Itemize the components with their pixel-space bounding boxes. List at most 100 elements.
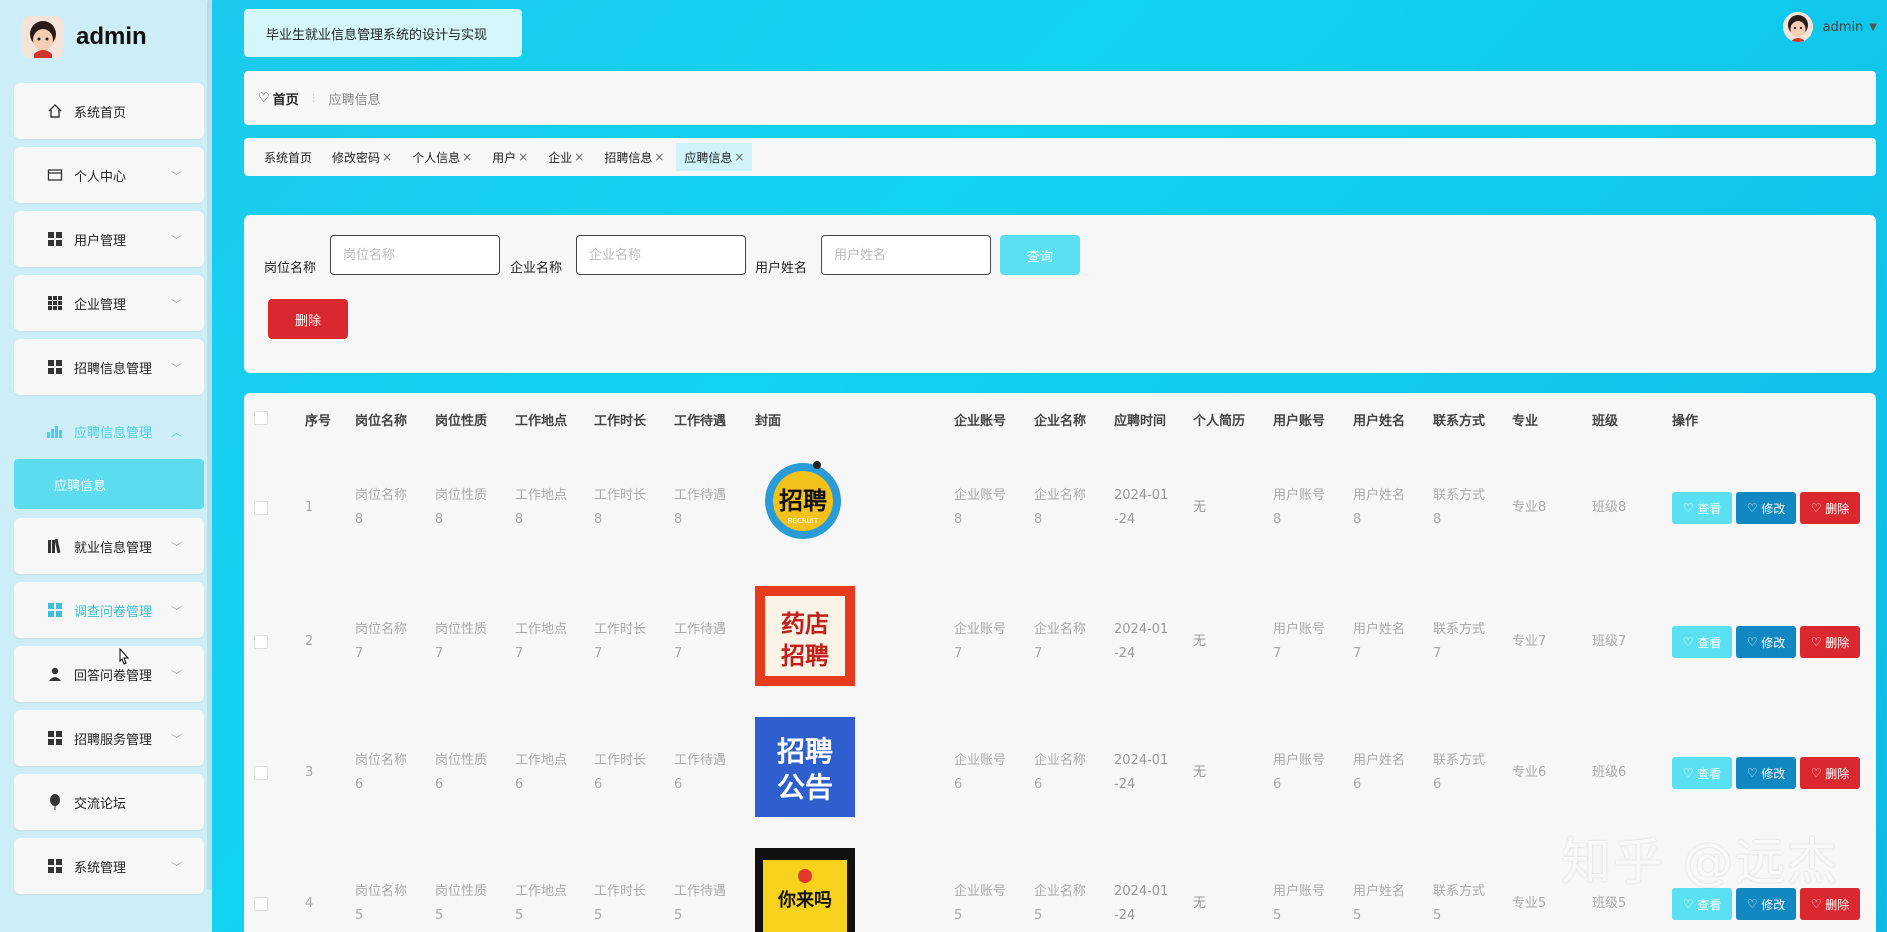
cell-index: 3	[305, 765, 314, 780]
tag-company[interactable]: 企业 ×	[540, 143, 592, 171]
sidebar-item-employment-mgmt[interactable]: 就业信息管理 ﹀	[14, 518, 204, 574]
cell-user-name: 用户姓名 7	[1353, 622, 1406, 661]
tag-home[interactable]: 系统首页	[256, 143, 320, 171]
close-icon[interactable]: ×	[518, 150, 528, 164]
user-name-input[interactable]	[821, 235, 991, 275]
user-name: admin	[1822, 19, 1864, 35]
books-icon	[46, 537, 64, 555]
bulk-delete-button[interactable]: 删除	[268, 299, 348, 339]
caret-down-icon: ▼	[1869, 21, 1877, 33]
tag-recruit-info[interactable]: 招聘信息 ×	[596, 143, 672, 171]
job-name-input[interactable]	[330, 235, 500, 275]
chevron-down-icon: ﹀	[171, 861, 182, 874]
row-checkbox[interactable]	[254, 635, 268, 649]
company-name-input[interactable]	[576, 235, 746, 275]
user-name-label: 用户姓名	[755, 261, 808, 276]
col-header-cover: 封面	[755, 414, 782, 429]
heart-icon: ♡	[1746, 897, 1762, 911]
sidebar-item-forum[interactable]: 交流论坛	[14, 774, 204, 830]
table-row: 3 岗位名称 6 岗位性质 6 工作地点 6 工作时长 6 工作待遇 6 招聘 公告 企业…	[244, 705, 1876, 837]
cell-resume: 无	[1193, 765, 1207, 780]
row-checkbox[interactable]	[254, 501, 268, 515]
cover-image: 招聘 公告	[755, 717, 855, 817]
grid-icon	[46, 230, 64, 248]
cell-company-account: 企业账号 8	[954, 488, 1007, 527]
row-checkbox[interactable]	[254, 897, 268, 911]
heart-icon: ♡	[1746, 635, 1762, 649]
submenu-item-application-info[interactable]: 应聘信息	[14, 459, 204, 509]
edit-button[interactable]: ♡ 修改	[1736, 757, 1796, 789]
sidebar-item-label: 用户管理	[74, 233, 127, 249]
grid-icon	[46, 358, 64, 376]
col-header-location: 工作地点	[515, 414, 568, 429]
view-button[interactable]: ♡ 查看	[1672, 626, 1732, 658]
view-button[interactable]: ♡ 查看	[1672, 757, 1732, 789]
sidebar-item-personal-center[interactable]: 个人中心 ﹀	[14, 147, 204, 203]
heart-icon: ♡	[1810, 501, 1826, 515]
breadcrumb-home-label: 首页	[272, 92, 299, 108]
cell-contact: 联系方式 6	[1433, 753, 1486, 792]
edit-button[interactable]: ♡ 修改	[1736, 626, 1796, 658]
edit-button[interactable]: ♡ 修改	[1736, 492, 1796, 524]
sidebar-item-answer-mgmt[interactable]: 回答问卷管理 ﹀	[14, 646, 204, 702]
delete-button[interactable]: ♡ 删除	[1800, 626, 1860, 658]
user-menu[interactable]: admin ▼	[1782, 12, 1877, 42]
close-icon[interactable]: ×	[382, 150, 392, 164]
heart-icon: ♡	[1746, 501, 1762, 515]
chevron-down-icon: ﹀	[171, 298, 182, 311]
row-checkbox[interactable]	[254, 766, 268, 780]
view-button[interactable]: ♡ 查看	[1672, 492, 1732, 524]
sidebar-item-recruit-info-mgmt[interactable]: 招聘信息管理 ﹀	[14, 339, 204, 395]
chevron-up-icon: ︿	[171, 426, 182, 439]
cell-index: 4	[305, 896, 314, 911]
sidebar-item-survey-mgmt[interactable]: 调查问卷管理 ﹀	[14, 582, 204, 638]
delete-button[interactable]: ♡ 删除	[1800, 492, 1860, 524]
cell-index: 1	[305, 500, 314, 515]
col-header-contact: 联系方式	[1433, 414, 1486, 429]
cell-user-account: 用户账号 5	[1273, 884, 1326, 923]
sidebar-scrollbar[interactable]	[207, 0, 212, 890]
col-header-company-name: 企业名称	[1034, 414, 1087, 429]
sidebar-item-application-mgmt[interactable]: 应聘信息管理 ︿	[14, 403, 204, 459]
cell-major: 专业6	[1512, 765, 1547, 780]
tag-change-password[interactable]: 修改密码 ×	[324, 143, 400, 171]
person-icon	[46, 665, 64, 683]
svg-text:招聘: 招聘	[781, 642, 829, 670]
cell-company-name: 企业名称 7	[1034, 622, 1087, 661]
sidebar-item-system-mgmt[interactable]: 系统管理 ﹀	[14, 838, 204, 894]
col-header-job-nature: 岗位性质	[435, 414, 488, 429]
sidebar-item-user-mgmt[interactable]: 用户管理 ﹀	[14, 211, 204, 267]
admin-avatar	[22, 16, 64, 58]
cell-contact: 联系方式 7	[1433, 622, 1486, 661]
breadcrumb-home[interactable]: ♡ 首页	[258, 89, 299, 108]
tag-application-info[interactable]: 应聘信息 ×	[676, 143, 753, 171]
col-header-apply-time: 应聘时间	[1114, 414, 1167, 429]
close-icon[interactable]: ×	[734, 150, 744, 164]
grid9-icon	[46, 294, 64, 312]
chart-icon	[46, 422, 64, 440]
close-icon[interactable]: ×	[574, 150, 584, 164]
select-all-checkbox[interactable]	[254, 411, 268, 425]
col-header-pay: 工作待遇	[674, 414, 727, 429]
sidebar-item-service-mgmt[interactable]: 招聘服务管理 ﹀	[14, 710, 204, 766]
breadcrumb-current: 应聘信息	[328, 92, 381, 108]
close-icon[interactable]: ×	[462, 150, 472, 164]
sidebar-item-company-mgmt[interactable]: 企业管理 ﹀	[14, 275, 204, 331]
query-button[interactable]: 查询	[1000, 235, 1080, 275]
mouse-cursor-icon	[116, 647, 132, 672]
company-name-label: 企业名称	[510, 261, 563, 276]
cell-job-nature: 岗位性质 7	[435, 622, 488, 661]
sidebar-item-label: 招聘信息管理	[74, 361, 153, 377]
heart-icon: ♡	[258, 90, 270, 106]
heart-icon: ♡	[1682, 635, 1698, 649]
cell-contact: 联系方式 5	[1433, 884, 1486, 923]
chevron-down-icon: ﹀	[171, 234, 182, 247]
tag-personal-info[interactable]: 个人信息 ×	[404, 143, 480, 171]
close-icon[interactable]: ×	[654, 150, 664, 164]
cell-class: 班级8	[1592, 500, 1627, 515]
delete-button[interactable]: ♡ 删除	[1800, 757, 1860, 789]
sidebar-item-home[interactable]: 系统首页	[14, 83, 204, 139]
tag-user[interactable]: 用户 ×	[484, 143, 536, 171]
svg-text:药店: 药店	[781, 610, 829, 638]
cell-job-nature: 岗位性质 6	[435, 753, 488, 792]
